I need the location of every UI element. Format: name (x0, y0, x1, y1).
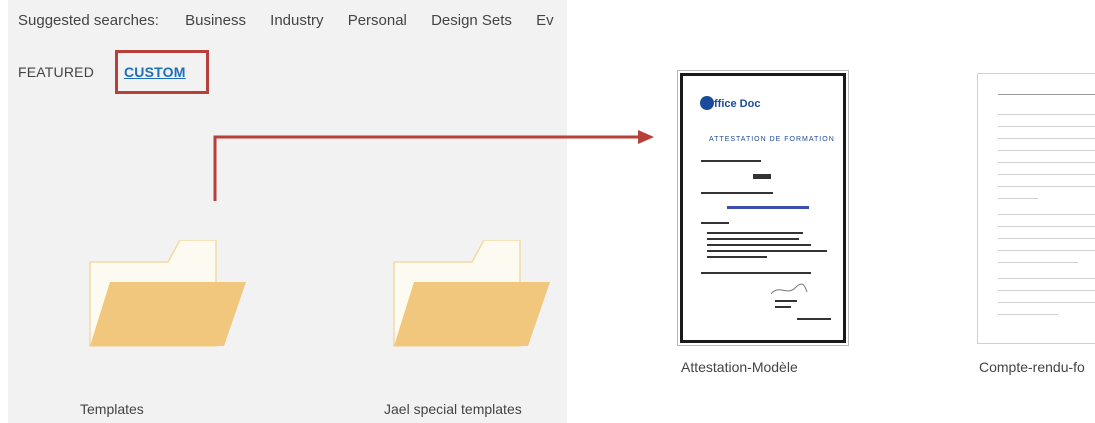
preview-text-line (998, 262, 1078, 263)
preview-text-line (998, 114, 1095, 115)
template-thumbnail[interactable]: ffice Doc ATTESTATION DE FORMATION (677, 70, 849, 346)
preview-text-line (998, 238, 1095, 239)
document-preview: ffice Doc ATTESTATION DE FORMATION (680, 73, 846, 343)
arrow-connector-icon (213, 130, 654, 201)
preview-text-line (701, 272, 811, 274)
preview-text-line (998, 150, 1095, 151)
preview-text-line (998, 214, 1095, 215)
preview-text-line (701, 192, 773, 194)
preview-text-line (998, 226, 1095, 227)
preview-heading: ATTESTATION DE FORMATION (709, 136, 835, 143)
preview-text-line (707, 256, 767, 258)
preview-text-line (727, 206, 809, 209)
preview-text-line (797, 318, 831, 320)
office-doc-logo-icon (700, 96, 714, 110)
preview-text-line (775, 300, 797, 302)
signature-icon (770, 283, 808, 295)
template-label-compte-rendu: Compte-rendu-fo (979, 359, 1085, 375)
preview-text-line (998, 302, 1095, 303)
preview-text-line (707, 244, 811, 246)
preview-text-line (998, 314, 1058, 315)
preview-text-line (998, 290, 1095, 291)
preview-text-line (998, 186, 1095, 187)
preview-text-line (753, 174, 771, 179)
preview-text-line (775, 306, 791, 308)
preview-text-line (998, 278, 1095, 279)
preview-text-line (998, 126, 1095, 127)
preview-text-line (998, 250, 1095, 251)
preview-text-line (701, 160, 761, 162)
preview-text-line (707, 250, 827, 252)
preview-logo-text: ffice Doc (714, 98, 761, 110)
preview-text-line (998, 198, 1038, 199)
template-thumbnail[interactable] (977, 73, 1095, 344)
preview-text-line (998, 94, 1095, 95)
preview-text-line (707, 238, 799, 240)
preview-text-line (998, 162, 1095, 163)
preview-text-line (701, 222, 729, 224)
preview-text-line (707, 232, 803, 234)
template-label-attestation: Attestation-Modèle (681, 359, 798, 375)
preview-text-line (998, 138, 1095, 139)
preview-text-line (998, 174, 1095, 175)
